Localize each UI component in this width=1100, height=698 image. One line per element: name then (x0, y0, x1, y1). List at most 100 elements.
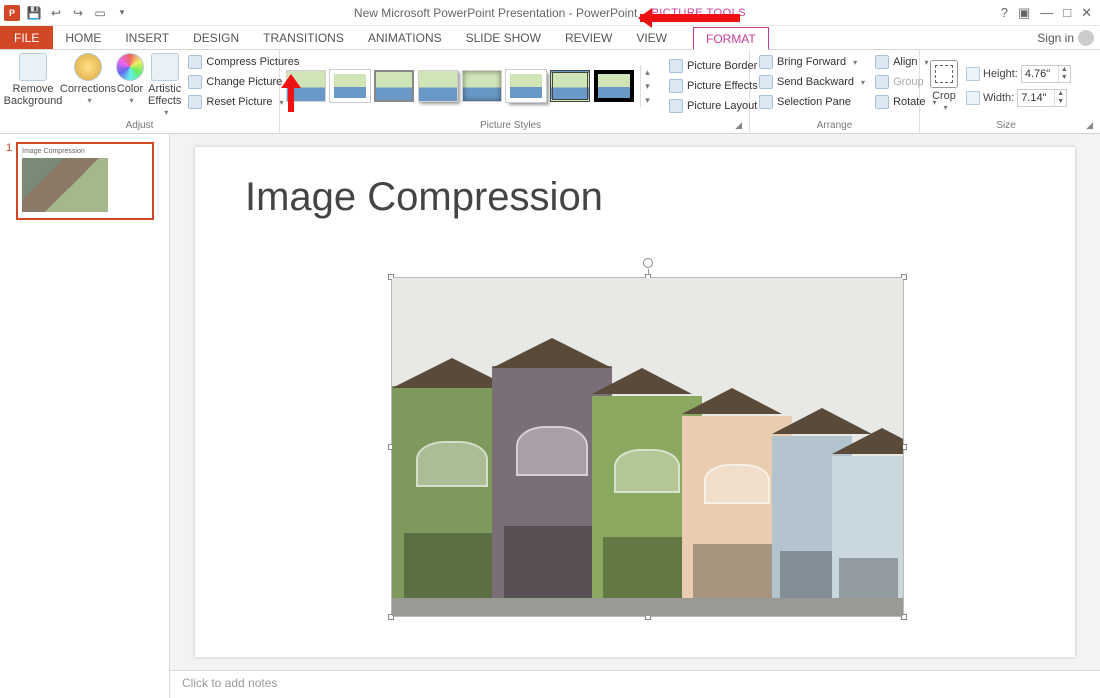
width-input[interactable]: ▲▼ (1017, 89, 1067, 107)
send-backward-icon (759, 75, 773, 89)
color-icon (116, 53, 144, 81)
tab-insert[interactable]: INSERT (113, 26, 181, 49)
crop-button[interactable]: Crop (926, 60, 962, 113)
app-icon[interactable]: P (4, 5, 20, 21)
selection-pane-icon (759, 95, 773, 109)
height-row: Height: ▲▼ (966, 64, 1071, 84)
group-label-size: Size (996, 119, 1015, 131)
width-field[interactable] (1018, 92, 1054, 104)
change-picture-icon (188, 75, 202, 89)
titlebar: P 💾 ↩ ↪ ▭ ▾ New Microsoft PowerPoint Pre… (0, 0, 1100, 26)
corrections-label: Corrections (60, 83, 116, 95)
picture-style-7[interactable] (550, 70, 590, 102)
undo-icon[interactable]: ↩ (48, 5, 64, 21)
bring-forward-icon (759, 55, 773, 69)
tab-home[interactable]: HOME (53, 26, 113, 49)
picture-style-2[interactable] (330, 70, 370, 102)
picture-border-icon (669, 59, 683, 73)
work-area: 1 Image Compression Image Compression (0, 134, 1100, 698)
picture-style-6[interactable] (506, 70, 546, 102)
help-icon[interactable]: ? (1001, 5, 1008, 20)
redo-icon[interactable]: ↪ (70, 5, 86, 21)
artistic-effects-icon (151, 53, 179, 81)
tab-transitions[interactable]: TRANSITIONS (251, 26, 356, 49)
compress-icon (188, 55, 202, 69)
thumbnail-slide-1[interactable]: 1 Image Compression (6, 142, 163, 220)
tab-view[interactable]: VIEW (624, 26, 679, 49)
group-size: Crop Height: ▲▼ Width: ▲▼ (920, 50, 1100, 133)
notes-placeholder: Click to add notes (182, 676, 277, 690)
window-controls: ? ▣ — □ ✕ (1001, 5, 1100, 21)
slide-area: Image Compression (170, 134, 1100, 698)
tab-animations[interactable]: ANIMATIONS (356, 26, 454, 49)
crop-icon (930, 60, 958, 88)
width-up[interactable]: ▲ (1055, 90, 1066, 98)
selection-pane-button[interactable]: Selection Pane (756, 93, 868, 111)
minimize-icon[interactable]: — (1040, 5, 1053, 20)
tab-review[interactable]: REVIEW (553, 26, 624, 49)
color-label: Color (117, 83, 143, 95)
annotation-arrow-compress (288, 78, 294, 112)
align-icon (875, 55, 889, 69)
ribbon-display-options-icon[interactable]: ▣ (1018, 5, 1030, 21)
group-adjust: Remove Background Corrections Color Arti… (0, 50, 280, 133)
thumbnail-image (22, 158, 108, 212)
artistic-effects-label: Artistic Effects (148, 83, 181, 107)
group-label-arrange: Arrange (756, 119, 913, 131)
slide-title[interactable]: Image Compression (245, 175, 1025, 220)
picture-styles-more[interactable]: ▴▾▾ (640, 65, 654, 107)
picture-style-5[interactable] (462, 70, 502, 102)
group-arrange: Bring Forward Send Backward Selection Pa… (750, 50, 920, 133)
width-row: Width: ▲▼ (966, 88, 1071, 108)
tab-design[interactable]: DESIGN (181, 26, 251, 49)
sign-in-label: Sign in (1037, 31, 1074, 45)
close-icon[interactable]: ✕ (1081, 5, 1092, 21)
save-icon[interactable]: 💾 (26, 5, 42, 21)
thumbnail-preview: Image Compression (16, 142, 154, 220)
ribbon-tabs: FILE HOME INSERT DESIGN TRANSITIONS ANIM… (0, 26, 1100, 50)
height-up[interactable]: ▲ (1059, 66, 1070, 74)
rotate-handle[interactable] (643, 258, 653, 268)
corrections-icon (74, 53, 102, 81)
remove-background-button[interactable]: Remove Background (6, 53, 60, 107)
height-down[interactable]: ▼ (1059, 74, 1070, 82)
tab-format[interactable]: FORMAT (693, 27, 769, 50)
picture-style-3[interactable] (374, 70, 414, 102)
height-input[interactable]: ▲▼ (1021, 65, 1071, 83)
picture-style-8[interactable] (594, 70, 634, 102)
rotate-icon (875, 95, 889, 109)
start-from-beginning-icon[interactable]: ▭ (92, 5, 108, 21)
tab-file[interactable]: FILE (0, 26, 53, 49)
reset-picture-icon (188, 95, 202, 109)
height-field[interactable] (1022, 68, 1058, 80)
document-title: New Microsoft PowerPoint Presentation - … (354, 6, 637, 20)
corrections-button[interactable]: Corrections (64, 53, 112, 106)
send-backward-button[interactable]: Send Backward (756, 73, 868, 91)
sign-in[interactable]: Sign in (1031, 26, 1100, 49)
thumbnail-title: Image Compression (22, 148, 148, 155)
picture-styles-launcher[interactable]: ◢ (735, 120, 743, 131)
picture-content (392, 278, 903, 616)
remove-background-label: Remove Background (4, 83, 63, 107)
thumbnail-number: 1 (6, 142, 12, 220)
crop-label: Crop (932, 90, 956, 102)
width-down[interactable]: ▼ (1055, 98, 1066, 106)
group-label-adjust: Adjust (6, 119, 273, 131)
tab-slideshow[interactable]: SLIDE SHOW (454, 26, 553, 49)
restore-icon[interactable]: □ (1063, 5, 1071, 20)
color-button[interactable]: Color (116, 53, 144, 106)
artistic-effects-button[interactable]: Artistic Effects (148, 53, 181, 118)
picture-style-4[interactable] (418, 70, 458, 102)
annotation-arrow-picture-tools (640, 14, 740, 22)
height-label: Height: (983, 68, 1018, 80)
selected-picture[interactable] (391, 277, 904, 617)
qat-customize-icon[interactable]: ▾ (114, 5, 130, 21)
slide-canvas[interactable]: Image Compression (170, 134, 1100, 670)
height-icon (966, 67, 980, 81)
slide-thumbnails-pane: 1 Image Compression (0, 134, 170, 698)
notes-pane[interactable]: Click to add notes (170, 670, 1100, 698)
remove-background-icon (19, 53, 47, 81)
size-launcher[interactable]: ◢ (1086, 120, 1094, 131)
bring-forward-button[interactable]: Bring Forward (756, 53, 868, 71)
width-icon (966, 91, 980, 105)
